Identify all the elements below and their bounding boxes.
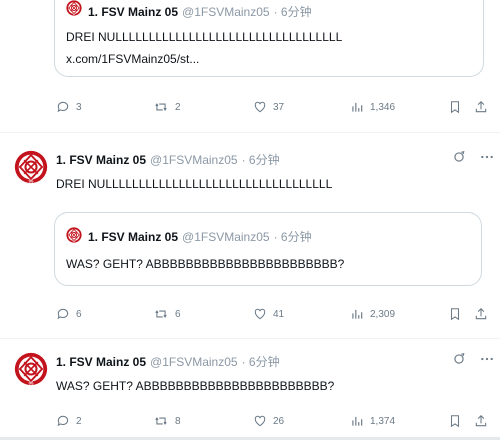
like-button[interactable]: 41 bbox=[253, 307, 284, 321]
quoted-tweet-card[interactable] bbox=[54, 212, 482, 286]
reply-icon bbox=[57, 415, 69, 427]
reply-icon bbox=[57, 308, 69, 320]
views-icon bbox=[352, 309, 363, 319]
tweet-text: DREI NULLLLLLLLLLLLLLLLLLLLLLLLLLLLLLLLL… bbox=[56, 177, 333, 191]
reply-button[interactable]: 3 bbox=[56, 100, 82, 114]
repost-button[interactable]: 8 bbox=[153, 414, 181, 428]
author-handle[interactable]: @1FSVMainz05 bbox=[182, 5, 270, 19]
post-time[interactable]: · 6分钟 bbox=[274, 228, 312, 245]
tweet-text: WAS? GEHT? ABBBBBBBBBBBBBBBBBBBBBBB? bbox=[56, 379, 335, 393]
tweet-header: 1. FSV Mainz 05 @1FSVMainz05 · 6分钟 bbox=[56, 151, 280, 168]
repost-button[interactable]: 2 bbox=[153, 100, 181, 114]
like-count: 26 bbox=[273, 415, 285, 427]
post-time[interactable]: · 6分钟 bbox=[242, 151, 280, 168]
author-name[interactable]: 1. FSV Mainz 05 bbox=[56, 153, 146, 167]
reply-button[interactable]: 2 bbox=[56, 414, 82, 428]
tweet-divider bbox=[0, 338, 500, 339]
quote-text: WAS? GEHT? ABBBBBBBBBBBBBBBBBBBBBBB? bbox=[66, 257, 345, 271]
mainz-logo-icon bbox=[66, 0, 82, 16]
reply-button[interactable]: 6 bbox=[56, 307, 82, 321]
views-button[interactable]: 1,374 bbox=[350, 414, 395, 428]
quote-link[interactable]: x.com/1FSVMainz05/st... bbox=[66, 52, 199, 66]
reply-count: 3 bbox=[76, 101, 82, 113]
author-name[interactable]: 1. FSV Mainz 05 bbox=[88, 5, 178, 19]
repost-count: 6 bbox=[175, 308, 181, 320]
views-button[interactable]: 2,309 bbox=[350, 307, 395, 321]
like-button[interactable]: 26 bbox=[253, 414, 284, 428]
timeline: { "author": { "name": "1. FSV Mainz 05",… bbox=[0, 0, 500, 440]
reply-icon bbox=[57, 101, 69, 113]
view-count: 1,346 bbox=[370, 101, 396, 113]
share-icon[interactable] bbox=[474, 306, 488, 322]
view-count: 1,374 bbox=[370, 415, 396, 427]
repost-icon bbox=[155, 417, 167, 425]
author-handle[interactable]: @1FSVMainz05 bbox=[150, 153, 238, 167]
mainz-logo-icon bbox=[66, 227, 82, 243]
repost-icon bbox=[155, 103, 167, 111]
tweet-divider bbox=[0, 132, 500, 133]
like-count: 37 bbox=[273, 101, 285, 113]
views-icon bbox=[352, 102, 363, 112]
repost-count: 2 bbox=[175, 101, 181, 113]
repost-button[interactable]: 6 bbox=[153, 307, 181, 321]
bookmark-icon[interactable] bbox=[448, 413, 462, 429]
quote-header: 1. FSV Mainz 05 @1FSVMainz05 · 6分钟 bbox=[88, 3, 312, 20]
reply-count: 2 bbox=[76, 415, 82, 427]
views-icon bbox=[352, 416, 363, 426]
repost-icon bbox=[155, 310, 167, 318]
quote-text: DREI NULLLLLLLLLLLLLLLLLLLLLLLLLLLLLLLLL… bbox=[66, 30, 343, 44]
heart-icon bbox=[254, 308, 266, 320]
author-name[interactable]: 1. FSV Mainz 05 bbox=[56, 355, 146, 369]
author-name[interactable]: 1. FSV Mainz 05 bbox=[88, 230, 178, 244]
tweet-header: 1. FSV Mainz 05 @1FSVMainz05 · 6分钟 bbox=[56, 353, 280, 370]
tweet-top-actions bbox=[452, 150, 494, 164]
more-icon[interactable] bbox=[480, 154, 494, 160]
quote-header: 1. FSV Mainz 05 @1FSVMainz05 · 6分钟 bbox=[88, 228, 312, 245]
views-button[interactable]: 1,346 bbox=[350, 100, 395, 114]
heart-icon bbox=[254, 415, 266, 427]
like-button[interactable]: 37 bbox=[253, 100, 284, 114]
grok-icon[interactable] bbox=[452, 352, 466, 366]
like-count: 41 bbox=[273, 308, 285, 320]
avatar[interactable] bbox=[14, 150, 48, 184]
author-handle[interactable]: @1FSVMainz05 bbox=[150, 355, 238, 369]
share-icon[interactable] bbox=[474, 413, 488, 429]
avatar[interactable] bbox=[14, 352, 48, 386]
post-time[interactable]: · 6分钟 bbox=[274, 3, 312, 20]
tweet-top-actions bbox=[452, 352, 494, 366]
grok-icon[interactable] bbox=[452, 150, 466, 164]
reply-count: 6 bbox=[76, 308, 82, 320]
post-time[interactable]: · 6分钟 bbox=[242, 353, 280, 370]
more-icon[interactable] bbox=[480, 356, 494, 362]
repost-count: 8 bbox=[175, 415, 181, 427]
view-count: 2,309 bbox=[370, 308, 396, 320]
share-icon[interactable] bbox=[474, 99, 488, 115]
bookmark-icon[interactable] bbox=[448, 99, 462, 115]
bookmark-icon[interactable] bbox=[448, 306, 462, 322]
author-handle[interactable]: @1FSVMainz05 bbox=[182, 230, 270, 244]
heart-icon bbox=[254, 101, 266, 113]
